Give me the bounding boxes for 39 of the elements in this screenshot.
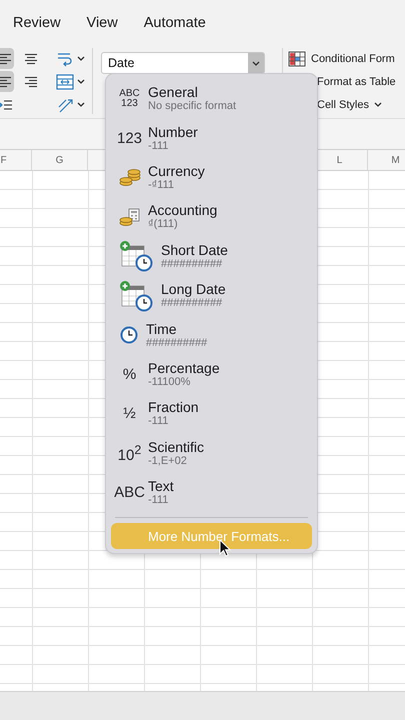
- format-option[interactable]: Long Date ##########: [111, 276, 312, 316]
- chevron-icon: [76, 102, 84, 107]
- number-format-select[interactable]: Date: [101, 52, 265, 74]
- column-header[interactable]: G: [56, 154, 64, 166]
- column-header[interactable]: F: [0, 154, 7, 166]
- align-left-icon[interactable]: [0, 76, 12, 88]
- styles-option[interactable]: Conditional Form: [311, 52, 395, 64]
- format-option[interactable]: Accounting ₫(111): [111, 197, 312, 237]
- conditional-formatting-icon[interactable]: [288, 50, 306, 66]
- indent-icon[interactable]: [0, 98, 12, 110]
- format-glyph: ABC 123: [119, 88, 140, 109]
- align-left-icon[interactable]: [0, 52, 12, 64]
- calendar-clock-icon: [119, 280, 153, 312]
- ribbon-tab[interactable]: Review: [13, 14, 61, 30]
- format-glyph: 10$^{2}$: [118, 442, 142, 464]
- format-glyph: ABC: [114, 484, 145, 502]
- format-option[interactable]: Short Date ##########: [111, 236, 312, 276]
- format-glyph: ½: [123, 405, 136, 422]
- align-right-icon[interactable]: [24, 76, 38, 88]
- calendar-clock-icon: [119, 240, 153, 272]
- styles-option[interactable]: Format as Table: [317, 76, 396, 88]
- format-glyph: 123: [116, 130, 142, 147]
- merge-cells-icon[interactable]: [56, 74, 74, 90]
- format-glyph: %: [122, 366, 136, 383]
- chevron-icon: [76, 56, 84, 61]
- format-option[interactable]: Currency -₫111: [111, 158, 312, 198]
- styles-option[interactable]: Cell Styles: [317, 98, 369, 110]
- column-header[interactable]: L: [336, 154, 342, 166]
- format-option[interactable]: Time ##########: [111, 315, 312, 355]
- ribbon-tab[interactable]: View: [86, 14, 118, 30]
- coins-calculator-icon: [118, 208, 140, 226]
- coins-icon: [118, 168, 140, 186]
- ribbon-tab[interactable]: Automate: [144, 14, 206, 30]
- chevron-icon: [76, 79, 84, 84]
- wrap-text-icon[interactable]: [56, 50, 74, 66]
- dropdown-chevron-icon: [252, 60, 260, 66]
- clock-icon: [120, 326, 138, 344]
- align-center-icon[interactable]: [24, 52, 38, 64]
- column-header[interactable]: M: [391, 154, 400, 166]
